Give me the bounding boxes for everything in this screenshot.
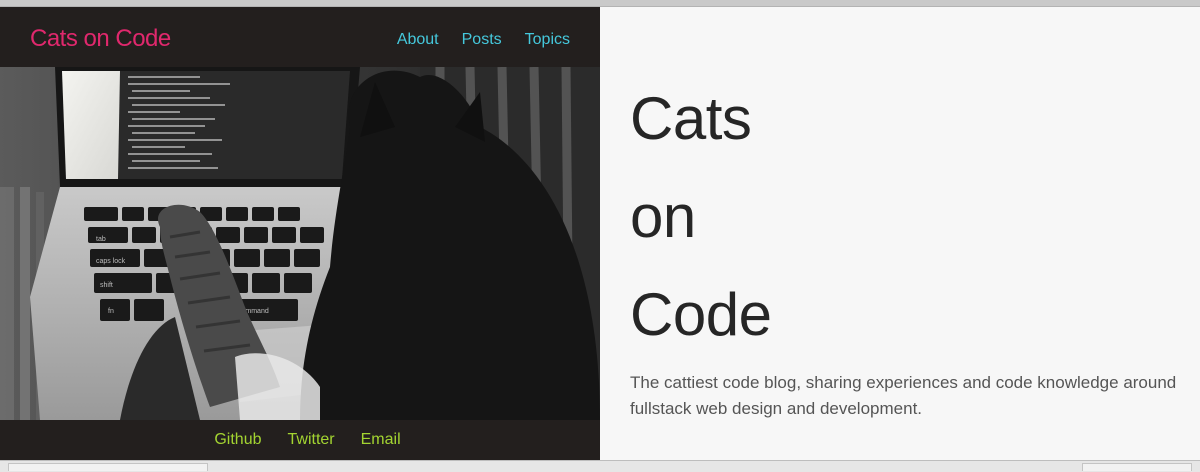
key-shift-label: shift	[100, 282, 113, 289]
main-nav: About Posts Topics	[397, 31, 570, 49]
horizontal-scrollbar-left[interactable]	[8, 463, 208, 471]
browser-top-edge	[0, 0, 1200, 7]
nav-topics-link[interactable]: Topics	[525, 31, 570, 49]
nav-posts-link[interactable]: Posts	[462, 31, 502, 49]
key-tab-label: tab	[96, 236, 106, 243]
content-panel: Cats on Code The cattiest code blog, sha…	[600, 7, 1200, 460]
horizontal-scrollbar-right[interactable]	[1082, 463, 1192, 471]
key-fn-label: fn	[108, 308, 114, 315]
social-links: Github Twitter Email	[0, 420, 600, 460]
brand-link[interactable]: Cats on Code	[30, 25, 171, 53]
sidebar-panel: Cats on Code About Posts Topics tab caps…	[0, 7, 600, 460]
title-word-cats: Cats	[630, 85, 752, 152]
github-link[interactable]: Github	[214, 431, 261, 449]
title-word-on: on	[630, 183, 696, 250]
key-caps-lock-label: caps lock	[96, 258, 126, 265]
email-link[interactable]: Email	[361, 431, 401, 449]
twitter-link[interactable]: Twitter	[288, 431, 335, 449]
tagline: The cattiest code blog, sharing experien…	[630, 373, 1177, 418]
title-word-code: Code	[630, 281, 772, 348]
hero-image: tab caps lock shift fn command	[0, 67, 600, 420]
cat-on-laptop-illustration: tab caps lock shift fn command	[0, 67, 600, 420]
nav-about-link[interactable]: About	[397, 31, 439, 49]
navbar: Cats on Code About Posts Topics	[0, 7, 600, 67]
